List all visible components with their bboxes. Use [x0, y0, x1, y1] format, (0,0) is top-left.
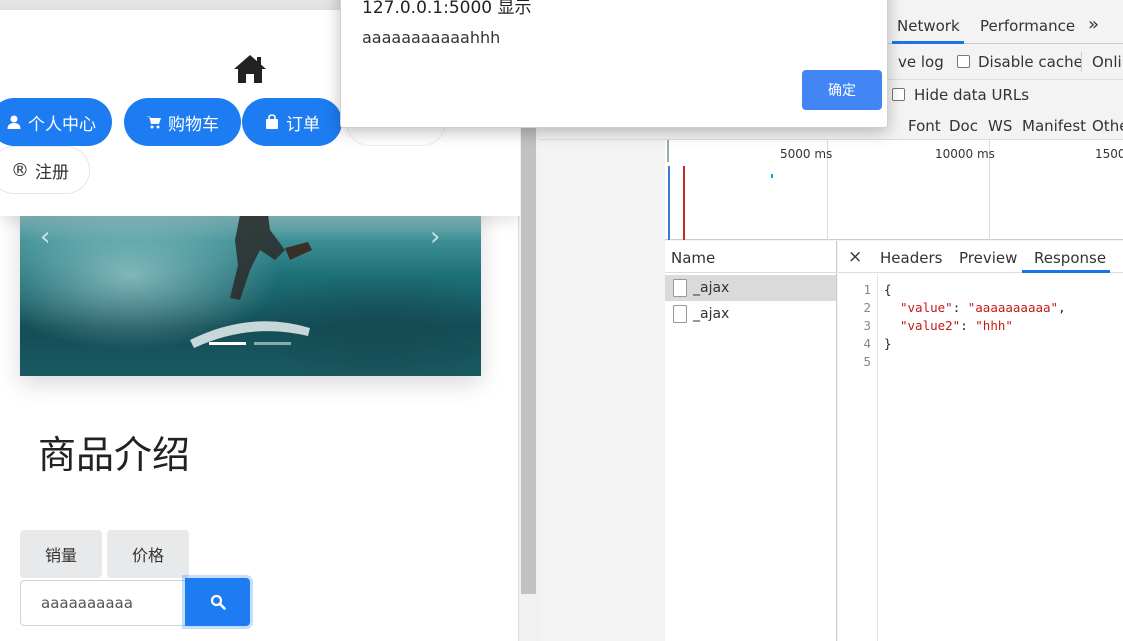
alert-title: 127.0.0.1:5000 显示	[362, 0, 532, 18]
search-button[interactable]	[185, 578, 250, 626]
personal-center-button[interactable]: 个人中心	[0, 98, 112, 146]
home-icon[interactable]	[232, 53, 268, 85]
screen: 个人中心 购物车 订单 ® 注册 ‹ › 商品介绍 销量 价格 aaaaaaaa…	[0, 0, 1123, 641]
cart-button[interactable]: 购物车	[124, 98, 241, 146]
alert-dialog: 127.0.0.1:5000 显示 aaaaaaaaaaahhh 确定	[340, 0, 888, 128]
line-number: 4	[863, 336, 871, 351]
filter-manifest[interactable]: Manifest	[1022, 117, 1086, 135]
active-detail-tab-indicator	[1022, 270, 1110, 273]
close-detail-icon[interactable]: ×	[848, 247, 862, 267]
network-overview-timeline[interactable]: 5000 ms 10000 ms 1500	[665, 140, 1123, 240]
line-number: 5	[863, 354, 871, 369]
code-line-3: "value2": "hhh"	[900, 318, 1013, 333]
orders-label: 订单	[286, 114, 320, 135]
line-number: 1	[863, 282, 871, 297]
devtools-left-gutter	[540, 140, 665, 641]
user-icon	[7, 115, 21, 129]
code-close-brace: }	[884, 336, 892, 351]
cart-icon	[146, 116, 161, 129]
json-value: "hhh"	[975, 318, 1013, 333]
disable-cache-checkbox[interactable]	[957, 55, 970, 68]
personal-center-label: 个人中心	[28, 114, 96, 135]
carousel-indicator-2[interactable]	[254, 342, 291, 345]
hide-data-urls-label[interactable]: Hide data URLs	[914, 86, 1029, 104]
filter-doc[interactable]: Doc	[949, 117, 978, 135]
code-line-2: "value": "aaaaaaaaaa",	[900, 300, 1066, 315]
section-title: 商品介绍	[38, 433, 191, 477]
preserve-log-label[interactable]: ve log	[898, 53, 944, 71]
request-name: _ajax	[693, 280, 730, 296]
tab-network[interactable]: Network	[897, 17, 960, 35]
cart-label: 购物车	[168, 114, 219, 135]
alert-message: aaaaaaaaaaahhh	[362, 28, 501, 47]
filter-font[interactable]: Font	[908, 117, 941, 135]
tab-performance[interactable]: Performance	[980, 17, 1075, 35]
sort-by-sales-button[interactable]: 销量	[20, 530, 102, 578]
filter-other[interactable]: Othe	[1092, 117, 1123, 135]
sort-by-price-button[interactable]: 价格	[107, 530, 189, 578]
filter-ws[interactable]: WS	[988, 117, 1012, 135]
throttling-select[interactable]: Onlin	[1092, 53, 1123, 71]
carousel-next-icon[interactable]: ›	[430, 222, 440, 252]
bag-icon	[266, 114, 278, 129]
json-value: "aaaaaaaaaa"	[967, 300, 1059, 315]
request-name: _ajax	[693, 306, 730, 322]
request-row[interactable]: _ajax	[665, 301, 836, 327]
register-button[interactable]: ® 注册	[0, 146, 90, 194]
disable-cache-label[interactable]: Disable cache	[978, 53, 1083, 71]
search-input[interactable]	[20, 580, 186, 626]
json-key: "value"	[900, 300, 953, 315]
request-row[interactable]: _ajax	[665, 275, 836, 301]
alert-ok-button[interactable]: 确定	[802, 70, 882, 110]
tab-preview[interactable]: Preview	[959, 249, 1017, 267]
line-number: 2	[863, 300, 871, 315]
orders-button[interactable]: 订单	[242, 98, 342, 146]
timeline-label-10000: 10000 ms	[935, 147, 995, 161]
carousel-prev-icon[interactable]: ‹	[40, 222, 50, 252]
detail-tabbar: × Headers Preview Response	[838, 241, 1123, 273]
json-key: "value2"	[900, 318, 961, 333]
timeline-label-15000: 1500	[1095, 147, 1123, 161]
carousel-indicator-1[interactable]	[209, 342, 246, 345]
request-detail-panel: × Headers Preview Response 1 2 3 4 5 { "…	[838, 241, 1123, 641]
more-tabs-icon[interactable]: »	[1088, 14, 1099, 35]
request-list: Name _ajax _ajax	[665, 241, 837, 641]
code-open-brace: {	[884, 282, 892, 297]
tab-response[interactable]: Response	[1034, 249, 1106, 267]
line-number: 3	[863, 318, 871, 333]
line-number-gutter: 1 2 3 4 5	[838, 274, 878, 641]
document-icon	[673, 305, 687, 323]
search-icon	[210, 594, 226, 610]
name-column-header[interactable]: Name	[665, 241, 837, 273]
hide-data-urls-checkbox[interactable]	[892, 88, 905, 101]
timeline-label-5000: 5000 ms	[780, 147, 833, 161]
document-icon	[673, 279, 687, 297]
tab-headers[interactable]: Headers	[880, 249, 942, 267]
registered-icon: ®	[11, 159, 29, 181]
register-label: 注册	[35, 162, 69, 183]
